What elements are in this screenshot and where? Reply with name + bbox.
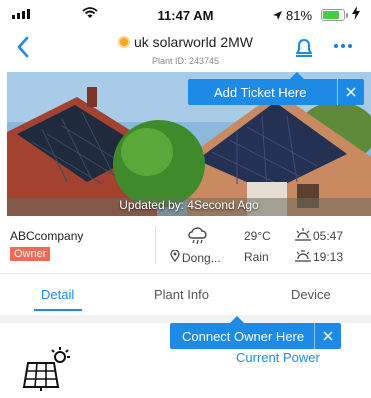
battery-icon	[321, 9, 345, 21]
more-icon[interactable]	[334, 44, 352, 48]
tab-device[interactable]: Device	[291, 287, 331, 302]
add-ticket-tooltip[interactable]: Add Ticket Here	[188, 72, 364, 105]
sunset-time: 19:13	[313, 250, 344, 264]
battery-tip	[346, 13, 348, 18]
tooltip-arrow	[230, 316, 244, 323]
tooltip-arrow	[290, 72, 304, 79]
role-badge: Owner	[10, 247, 51, 261]
location-arrow-icon	[272, 8, 283, 26]
divider	[0, 273, 371, 274]
company-name: ABCcompany	[10, 229, 84, 243]
temperature: 29°C	[244, 229, 271, 243]
weather-description: Rain	[244, 250, 269, 264]
plant-name: uk solarworld 2MW	[133, 34, 254, 50]
bell-icon[interactable]	[295, 38, 313, 63]
plant-status-icon	[117, 36, 130, 48]
sunrise-time: 05:47	[313, 229, 344, 243]
close-icon[interactable]	[338, 79, 364, 105]
sunrise-icon	[295, 228, 311, 247]
location-text: Dong...	[182, 250, 221, 265]
connect-owner-label[interactable]: Connect Owner Here	[170, 329, 314, 344]
solar-panel-icon	[22, 347, 74, 396]
active-tab-indicator	[34, 309, 82, 311]
location: Dong...	[170, 249, 221, 265]
sunset-icon	[295, 249, 311, 268]
status-bar: 11:47 AM 81%	[0, 0, 371, 26]
close-icon[interactable]	[315, 323, 341, 349]
connect-owner-tooltip[interactable]: Connect Owner Here	[170, 316, 342, 349]
tab-detail[interactable]: Detail	[41, 287, 74, 302]
status-time: 11:47 AM	[157, 8, 214, 23]
section-separator	[0, 315, 371, 323]
charging-icon	[352, 6, 360, 25]
add-ticket-label[interactable]: Add Ticket Here	[188, 85, 337, 100]
plant-id: Plant ID: 243745	[151, 56, 220, 66]
nav-title-block: uk solarworld 2MW Plant ID: 243745	[0, 34, 371, 66]
update-caption: Updated by: 4Second Ago	[119, 198, 259, 212]
location-pin-icon	[170, 249, 180, 265]
battery-percent: 81%	[286, 8, 313, 23]
tab-plant-info[interactable]: Plant Info	[154, 287, 209, 302]
rain-cloud-icon	[186, 224, 210, 253]
current-power-label: Current Power	[236, 350, 320, 365]
divider	[155, 226, 156, 264]
